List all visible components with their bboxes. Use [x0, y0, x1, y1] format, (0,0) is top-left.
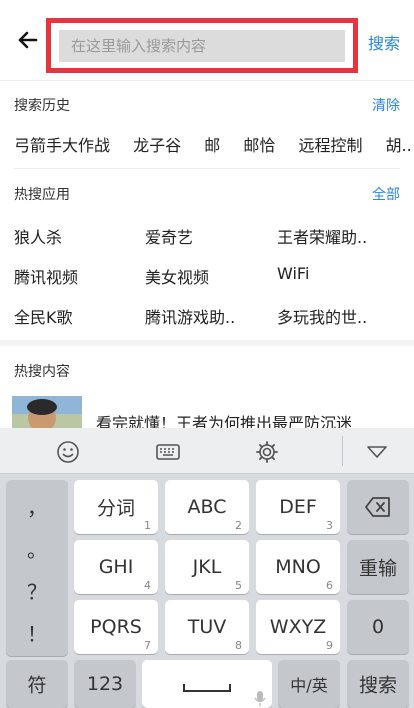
hot-apps-title: 热搜应用	[14, 187, 70, 203]
history-item[interactable]: 龙子谷	[133, 132, 181, 156]
search-input[interactable]: 在这里输入搜索内容	[59, 30, 345, 62]
all-apps-button[interactable]: 全部	[372, 184, 400, 204]
key-mno[interactable]: MNO 6	[256, 540, 340, 594]
history-item[interactable]: 邮	[204, 132, 220, 156]
hot-app-item[interactable]: 腾讯游戏助..	[145, 304, 235, 328]
symbol-key[interactable]: ？	[6, 576, 68, 605]
symbol-key[interactable]: ！	[6, 618, 68, 647]
history-list: 弓箭手大作战 龙子谷 邮 邮恰 远程控制 胡..	[14, 132, 414, 156]
keyboard-search-key[interactable]: 搜索	[347, 660, 409, 708]
history-item[interactable]: 胡..	[386, 132, 412, 156]
symbol-key[interactable]: 。	[6, 534, 68, 563]
settings-icon[interactable]	[254, 439, 280, 465]
history-divider	[14, 168, 400, 169]
emoji-icon[interactable]	[55, 439, 81, 465]
keyboard-toolbar	[0, 428, 414, 474]
news-thumbnail[interactable]	[12, 396, 82, 430]
hot-app-item[interactable]: 多玩我的世..	[277, 304, 367, 328]
key-def[interactable]: DEF 3	[256, 480, 340, 534]
hot-app-item[interactable]: 王者荣耀助..	[277, 224, 367, 248]
hot-app-item[interactable]: 狼人杀	[14, 224, 62, 248]
key-wxyz[interactable]: WXYZ 9	[256, 600, 340, 654]
key-fenci[interactable]: 分词 1	[74, 480, 158, 534]
backspace-key[interactable]	[347, 480, 409, 534]
microphone-icon	[254, 691, 266, 706]
key-abc[interactable]: ABC 2	[165, 480, 249, 534]
keyboard-icon[interactable]	[155, 439, 181, 465]
history-item[interactable]: 邮恰	[243, 132, 275, 156]
hot-app-item[interactable]: WiFi	[277, 264, 309, 283]
space-key[interactable]	[142, 660, 272, 708]
key-jkl[interactable]: JKL 5	[165, 540, 249, 594]
space-bar-icon	[183, 684, 231, 692]
search-button[interactable]: 搜索	[368, 30, 400, 54]
hot-app-item[interactable]: 爱奇艺	[145, 224, 193, 248]
history-item[interactable]: 弓箭手大作战	[14, 132, 110, 156]
backspace-icon	[365, 497, 390, 517]
language-switch-key[interactable]: 中/英	[278, 660, 340, 708]
toolbar-separator	[342, 436, 343, 466]
hot-app-item[interactable]: 全民K歌	[14, 304, 73, 328]
section-gap	[0, 340, 414, 346]
history-item[interactable]: 远程控制	[298, 132, 362, 156]
clear-history-button[interactable]: 清除	[372, 95, 400, 115]
symbol-key[interactable]: ，	[6, 492, 68, 521]
back-arrow-icon[interactable]	[14, 26, 42, 54]
hot-app-item[interactable]: 美女视频	[145, 264, 209, 288]
ime-keyboard: ， 。 ？ ！ 分词 1 ABC 2 DEF 3 GHI 4 JKL 5 MNO 6 重输 …	[0, 428, 414, 708]
symbol-switch-key[interactable]: 符	[6, 660, 68, 708]
number-switch-key[interactable]: 123	[74, 660, 136, 708]
hot-content-title: 热搜内容	[14, 364, 70, 380]
search-highlight-box: 在这里输入搜索内容	[46, 18, 358, 73]
collapse-icon[interactable]	[364, 439, 390, 465]
symbol-column[interactable]: ， 。 ？ ！	[6, 480, 68, 656]
history-title: 搜索历史	[14, 98, 70, 114]
zero-key[interactable]: 0	[347, 600, 409, 654]
header-divider	[0, 80, 414, 81]
top-bar: 在这里输入搜索内容 搜索	[0, 0, 414, 80]
reset-input-key[interactable]: 重输	[347, 540, 409, 594]
key-tuv[interactable]: TUV 8	[165, 600, 249, 654]
hot-app-item[interactable]: 腾讯视频	[14, 264, 78, 288]
key-pqrs[interactable]: PQRS 7	[74, 600, 158, 654]
key-ghi[interactable]: GHI 4	[74, 540, 158, 594]
